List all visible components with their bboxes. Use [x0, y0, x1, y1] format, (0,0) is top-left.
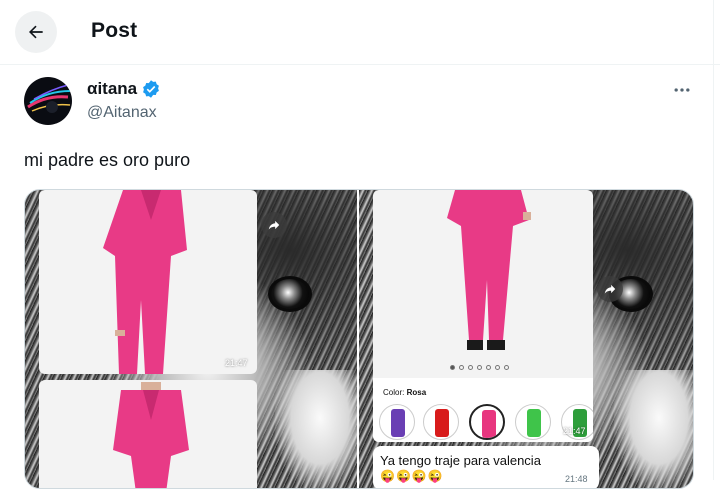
verified-badge-icon	[143, 80, 160, 98]
share-button[interactable]	[597, 276, 623, 302]
color-swatch-green[interactable]	[515, 404, 551, 440]
color-label-value: Rosa	[406, 388, 427, 397]
pink-suit-figure	[447, 190, 531, 350]
arrow-left-icon	[29, 25, 43, 39]
carousel-dot[interactable]	[477, 365, 482, 370]
media-image-right[interactable]: Color: Rosa 21:47 Ya tengo traje para va…	[359, 190, 693, 488]
carousel-dot[interactable]	[504, 365, 509, 370]
back-button[interactable]	[15, 11, 57, 53]
author-name-row: αitana	[87, 79, 161, 99]
dog-snout	[275, 370, 357, 488]
header-divider	[0, 64, 720, 65]
color-swatch-pink[interactable]	[469, 404, 505, 440]
page-title: Post	[91, 19, 138, 42]
color-swatch-purple[interactable]	[379, 404, 415, 440]
chat-message-bubble: Ya tengo traje para valencia 😜😜😜😜 21:48	[373, 446, 599, 488]
chat-message-emojis: 😜😜😜😜	[380, 469, 444, 483]
photo-timestamp: 21:47	[225, 358, 248, 368]
carousel-dot[interactable]	[495, 365, 500, 370]
suit-photo-top: 21:47	[39, 190, 257, 374]
more-horizontal-icon	[674, 88, 690, 92]
carousel-dot[interactable]	[468, 365, 473, 370]
media-grid: 21:47 Color: Rosa 21:47 Ya tengo traje p…	[24, 189, 694, 489]
dog-eye	[268, 276, 312, 312]
color-label-prefix: Color:	[383, 388, 405, 397]
color-swatch-red[interactable]	[423, 404, 459, 440]
share-icon	[268, 220, 280, 230]
tweet-text: mi padre es oro puro	[24, 150, 191, 170]
chat-message-time: 21:48	[565, 474, 588, 484]
photo-timestamp: 21:47	[563, 426, 586, 436]
color-selector: Color: Rosa	[373, 378, 593, 442]
carousel-dots	[450, 365, 509, 370]
carousel-dot[interactable]	[486, 365, 491, 370]
carousel-dot[interactable]	[459, 365, 464, 370]
color-label: Color: Rosa	[383, 388, 426, 397]
avatar[interactable]	[24, 77, 72, 125]
share-icon	[604, 284, 616, 294]
top-bar: Post	[0, 0, 720, 64]
pink-suit-figure	[103, 190, 187, 374]
chat-message-text: Ya tengo traje para valencia	[380, 453, 541, 468]
carousel-dot[interactable]	[450, 365, 455, 370]
more-options-button[interactable]	[670, 78, 694, 102]
share-button[interactable]	[261, 212, 287, 238]
author-handle[interactable]: @Aitanax	[87, 104, 157, 122]
suit-photo-bottom	[39, 380, 257, 488]
shop-screenshot: Color: Rosa 21:47	[373, 190, 593, 442]
pink-suit-figure	[113, 382, 189, 488]
column-border	[713, 0, 714, 480]
profile-avatar	[24, 77, 72, 125]
media-image-left[interactable]: 21:47	[25, 190, 357, 488]
author-display-name[interactable]: αitana	[87, 79, 137, 99]
dog-snout	[614, 370, 693, 488]
